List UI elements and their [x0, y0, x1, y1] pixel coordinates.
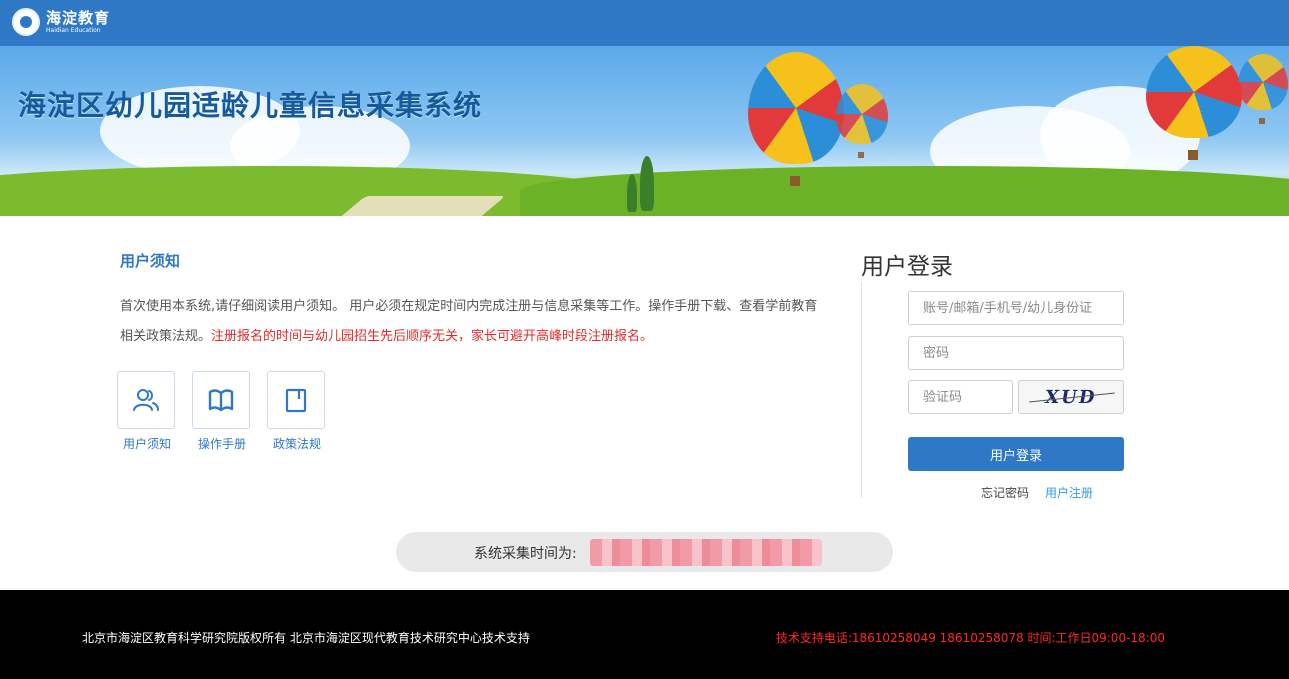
tile-label: 政策法规 [272, 437, 321, 451]
tree-decoration [640, 156, 654, 211]
logo-cn: 海淀教育 [46, 8, 111, 27]
tile-policy[interactable]: 政策法规 [267, 371, 327, 452]
quick-links: 用户须知 操作手册 政策法规 [117, 371, 342, 452]
redacted-value [590, 539, 822, 566]
account-input[interactable] [908, 291, 1124, 325]
balloon-decoration [1238, 54, 1288, 124]
tile-box [192, 371, 250, 429]
collection-time-bar: 系统采集时间为: [396, 532, 893, 572]
logo-text: 海淀教育 Haidian Education [46, 8, 111, 34]
tile-label: 操作手册 [197, 437, 246, 451]
tile-manual[interactable]: 操作手册 [192, 371, 252, 452]
tile-user-notice[interactable]: 用户须知 [117, 371, 177, 452]
road-decoration [334, 196, 506, 216]
document-icon [285, 388, 307, 413]
balloon-decoration [836, 84, 888, 158]
emblem-icon [12, 8, 40, 36]
login-heading: 用户登录 [861, 254, 953, 280]
notice-body: 首次使用本系统,请仔细阅读用户须知。 用户必须在规定时间内完成注册与信息采集等工… [120, 292, 820, 352]
captcha-input[interactable] [908, 380, 1013, 414]
footer: 北京市海淀区教育科学研究院版权所有 北京市海淀区现代教育技术研究中心技术支持 技… [0, 590, 1289, 679]
users-icon [133, 389, 159, 411]
book-icon [208, 389, 234, 412]
notice-heading: 用户须知 [120, 252, 181, 270]
page-title: 海淀区幼儿园适龄儿童信息采集系统 [18, 89, 483, 122]
tree-decoration [627, 174, 637, 212]
footer-copyright: 北京市海淀区教育科学研究院版权所有 北京市海淀区现代教育技术研究中心技术支持 [82, 631, 530, 645]
hero-banner: 海淀区幼儿园适龄儿童信息采集系统 [0, 46, 1289, 216]
captcha-image[interactable]: XUD [1018, 380, 1124, 414]
login-divider [861, 282, 862, 498]
collection-time-label: 系统采集时间为: [474, 546, 577, 562]
tile-label: 用户须知 [122, 437, 171, 451]
login-button[interactable]: 用户登录 [908, 437, 1124, 471]
balloon-decoration [748, 52, 844, 186]
balloon-decoration [1146, 46, 1242, 160]
top-bar: 海淀教育 Haidian Education [0, 0, 1289, 46]
notice-warning: 注册报名的时间与幼儿园招生先后顺序无关，家长可避开高峰时段注册报名。 [211, 329, 654, 344]
tile-box [117, 371, 175, 429]
register-link[interactable]: 用户注册 [1045, 484, 1093, 501]
logo-en: Haidian Education [46, 26, 101, 34]
footer-support: 技术支持电话:18610258049 18610258078 时间:工作日09:… [775, 631, 1165, 645]
site-logo[interactable]: 海淀教育 Haidian Education [12, 8, 110, 36]
tile-box [267, 371, 325, 429]
password-input[interactable] [908, 336, 1124, 370]
forgot-password-link[interactable]: 忘记密码 [981, 484, 1029, 501]
